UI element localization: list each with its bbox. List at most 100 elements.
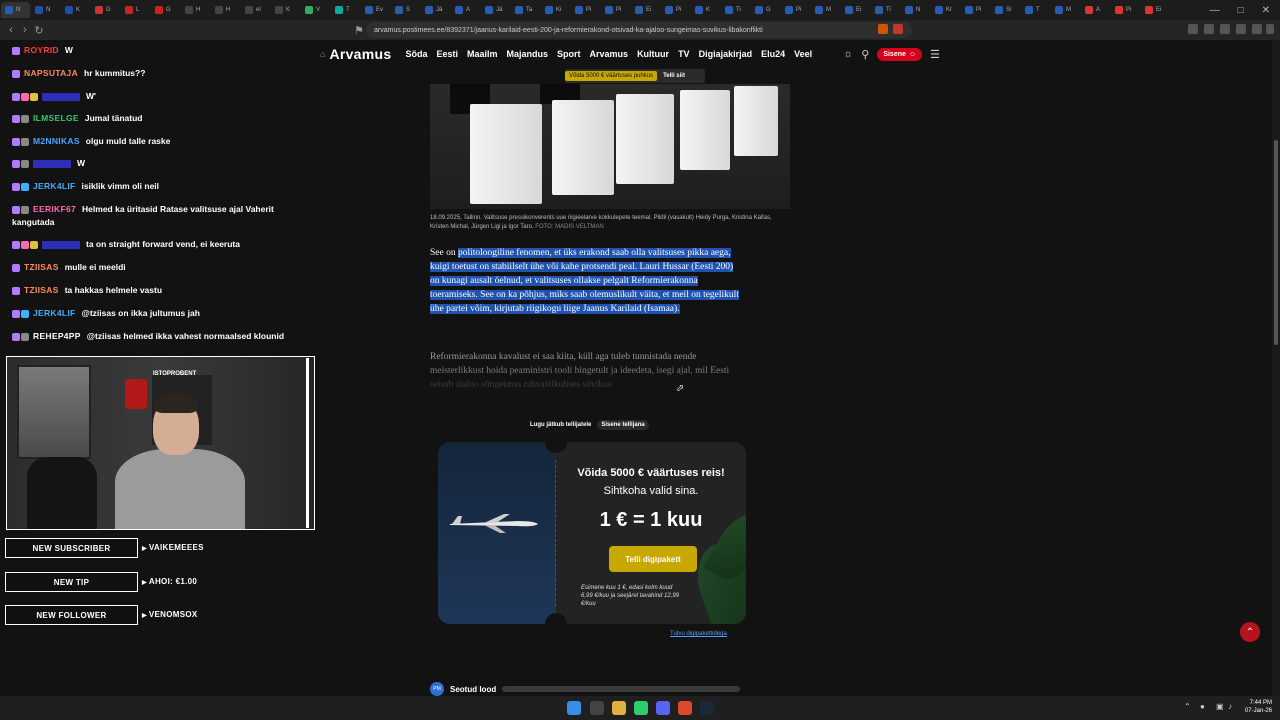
search-icon[interactable] <box>590 701 604 715</box>
vpn-icon[interactable] <box>1236 24 1246 34</box>
browser-tab[interactable]: Ti <box>871 2 900 18</box>
nav-link[interactable]: Eesti <box>436 49 458 59</box>
browser-tab[interactable]: H <box>211 2 240 18</box>
forward-icon[interactable]: › <box>18 24 32 36</box>
browser-tab[interactable]: el <box>241 2 270 18</box>
browser-tab[interactable]: N <box>31 2 60 18</box>
tab-title: Pi <box>676 7 682 13</box>
system-clock[interactable]: 7:44 PM 07-Jan-26 <box>1232 699 1272 715</box>
browser-tab[interactable]: Ei <box>841 2 870 18</box>
browser-tab[interactable]: A <box>1081 2 1110 18</box>
brave-shield-icon[interactable] <box>878 24 888 34</box>
nav-link[interactable]: Elu24 <box>761 49 785 59</box>
browser-tab[interactable]: Jä <box>421 2 450 18</box>
promo-button[interactable]: Telli siit <box>657 71 691 81</box>
login-button[interactable]: Sisene ☺ <box>877 47 923 61</box>
mic-icon[interactable]: ● <box>1200 702 1205 711</box>
maximize-icon[interactable]: □ <box>1238 5 1244 16</box>
nav-link[interactable]: Kultuur <box>637 49 669 59</box>
browser-tab[interactable]: Pi <box>961 2 990 18</box>
browser-tab[interactable]: T <box>331 2 360 18</box>
browser-tab[interactable]: M <box>1051 2 1080 18</box>
browser-tab[interactable]: Ta <box>511 2 540 18</box>
url-field[interactable]: arvamus.postimees.ee/8392371/jaanus-kari… <box>366 22 912 38</box>
brave-browser-icon[interactable] <box>678 701 692 715</box>
browser-tab[interactable]: T <box>1021 2 1050 18</box>
discord-icon[interactable] <box>656 701 670 715</box>
browser-tab[interactable]: K <box>691 2 720 18</box>
badge-icon <box>21 92 29 101</box>
order-digipackage-button[interactable]: Telli digipakett <box>609 546 697 572</box>
paywall-login-button[interactable]: Sisene tellijana <box>597 420 649 430</box>
browser-tab[interactable]: Ei <box>1141 2 1170 18</box>
browser-tab[interactable]: Si <box>991 2 1020 18</box>
browser-tab[interactable]: S <box>391 2 420 18</box>
browser-tab[interactable]: V <box>301 2 330 18</box>
search-icon[interactable]: ⚲ <box>861 48 869 61</box>
scroll-to-top-icon[interactable]: ⌃ <box>1240 622 1260 642</box>
browser-tab[interactable]: Jä <box>481 2 510 18</box>
browser-tab[interactable]: N <box>901 2 930 18</box>
nav-link[interactable]: Arvamus <box>590 49 629 59</box>
browser-tab[interactable]: Pi <box>571 2 600 18</box>
back-icon[interactable]: ‹ <box>4 24 18 36</box>
browser-tab[interactable]: Ev <box>361 2 390 18</box>
wallet-icon[interactable] <box>1220 24 1230 34</box>
sidebar-icon[interactable] <box>1204 24 1214 34</box>
packages-link[interactable]: Tutvu digipakettidega <box>670 631 727 637</box>
brave-rewards-icon[interactable] <box>893 24 903 34</box>
chat-badges <box>12 44 21 57</box>
nav-link[interactable]: Sport <box>557 49 581 59</box>
close-icon[interactable]: ✕ <box>1262 5 1270 16</box>
browser-tab[interactable]: N <box>1 2 30 18</box>
browser-tab[interactable]: G <box>751 2 780 18</box>
nav-link[interactable]: Maailm <box>467 49 498 59</box>
lead-selected-text: politoloogiline fenomen, et üks erakond … <box>430 248 739 314</box>
hamburger-menu-icon[interactable]: ☰ <box>930 48 940 61</box>
nav-link[interactable]: Sõda <box>405 49 427 59</box>
browser-tab[interactable]: A <box>451 2 480 18</box>
browser-tab[interactable]: K <box>271 2 300 18</box>
browser-tab[interactable]: H <box>181 2 210 18</box>
scrollbar-track[interactable] <box>1272 40 1280 696</box>
promo-strip[interactable]: Võida 5000 € väärtuses puhkus Telli siit <box>565 69 705 83</box>
nav-link[interactable]: Digiajakirjad <box>699 49 753 59</box>
nav-link[interactable]: TV <box>678 49 690 59</box>
download-icon[interactable] <box>1252 24 1262 34</box>
minimize-icon[interactable]: — <box>1210 5 1220 16</box>
browser-tab[interactable]: Pi <box>601 2 630 18</box>
bookmark-icon[interactable]: ⚑ <box>352 24 366 37</box>
browser-tab[interactable]: L <box>121 2 150 18</box>
nav-link[interactable]: Majandus <box>507 49 549 59</box>
browser-tab[interactable]: G <box>91 2 120 18</box>
steam-icon[interactable] <box>700 701 714 715</box>
file-explorer-icon[interactable] <box>612 701 626 715</box>
app-icon[interactable] <box>634 701 648 715</box>
browser-tab[interactable]: G <box>151 2 180 18</box>
theme-toggle-icon[interactable]: ☼ <box>843 48 853 60</box>
browser-tab[interactable]: Pi <box>1111 2 1140 18</box>
nav-link[interactable]: Veel <box>794 49 812 59</box>
browser-tab[interactable]: M <box>811 2 840 18</box>
browser-tab[interactable]: Pi <box>661 2 690 18</box>
browser-tab[interactable]: Kr <box>931 2 960 18</box>
photo-caption: 18.09.2025, Tallinn. Valitsuse pressikon… <box>430 214 780 232</box>
browser-tab[interactable]: K <box>61 2 90 18</box>
network-icon[interactable]: ▣ <box>1216 702 1224 711</box>
tab-title: V <box>316 7 321 13</box>
tray-chevron-icon[interactable]: ⌃ <box>1184 702 1191 711</box>
tab-favicon-icon <box>935 6 943 14</box>
home-icon[interactable]: ⌂ <box>320 49 325 59</box>
extension-icon[interactable] <box>1188 24 1198 34</box>
browser-tab[interactable]: Pi <box>781 2 810 18</box>
lead-plain: See on <box>430 248 458 258</box>
alert-label: NEW TIP <box>5 572 138 592</box>
menu-icon[interactable] <box>1266 24 1274 34</box>
reload-icon[interactable]: ↻ <box>32 24 46 37</box>
site-logo[interactable]: Arvamus <box>329 46 391 62</box>
scrollbar-thumb[interactable] <box>1274 140 1278 345</box>
browser-tab[interactable]: Ti <box>721 2 750 18</box>
browser-tab[interactable]: Ei <box>631 2 660 18</box>
start-icon[interactable] <box>567 701 581 715</box>
browser-tab[interactable]: Ki <box>541 2 570 18</box>
